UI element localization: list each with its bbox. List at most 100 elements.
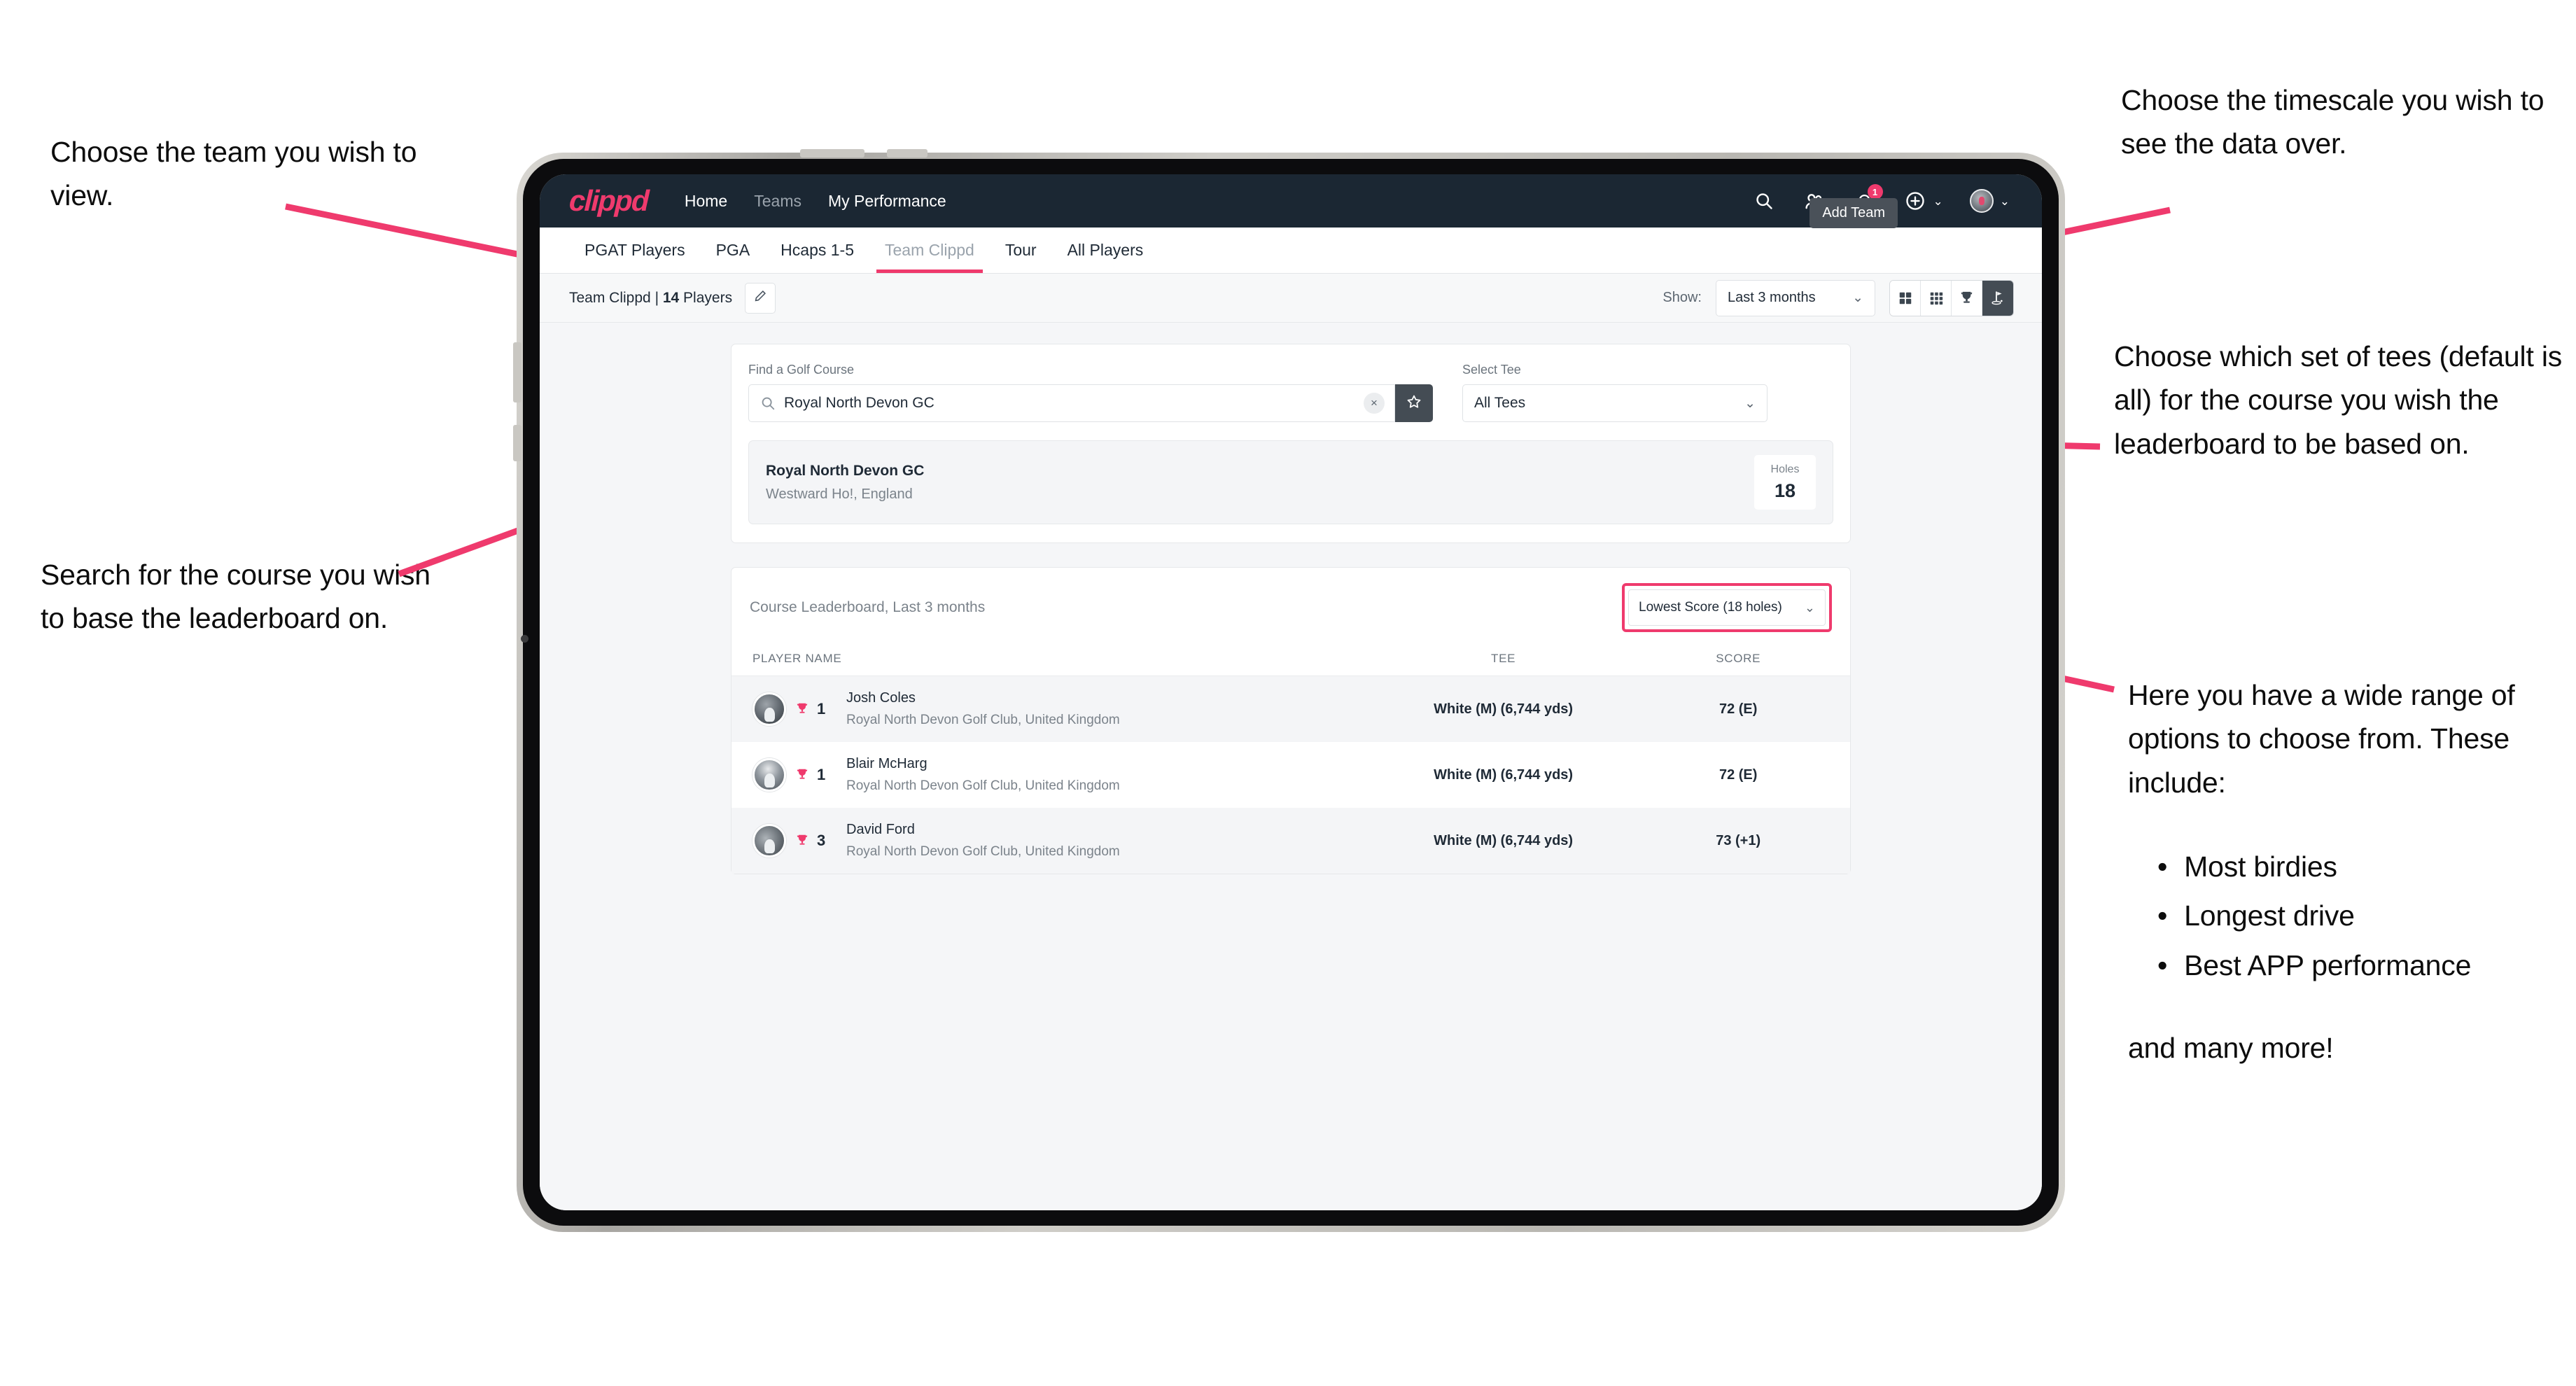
chevron-down-icon: ⌄: [1744, 396, 1756, 411]
add-menu[interactable]: ⌄: [1903, 189, 1943, 213]
chevron-down-icon: ⌄: [1852, 290, 1863, 305]
device-camera: [521, 635, 528, 643]
star-icon: [1406, 393, 1422, 414]
player-rank: 1: [817, 700, 826, 718]
table-row[interactable]: 3 David Ford Royal North Devon Golf Club…: [732, 808, 1850, 874]
toolbar-right: Show: Last 3 months ⌄: [1662, 279, 2014, 316]
device-button-top-2: [887, 149, 927, 158]
avatar: [752, 824, 786, 858]
chevron-down-icon: ⌄: [1804, 600, 1815, 615]
leaderboard-table-head: PLAYER NAME TEE SCORE: [732, 646, 1850, 676]
content-wrapper: Find a Golf Course Royal North Devon GC …: [731, 344, 1851, 874]
tab-pga[interactable]: PGA: [701, 227, 766, 273]
player-names: Blair McHarg Royal North Devon Golf Club…: [846, 756, 1120, 794]
avatar[interactable]: [1969, 189, 1994, 213]
trophy-view-button[interactable]: [1952, 280, 1982, 316]
main-content: Find a Golf Course Royal North Devon GC …: [540, 323, 2042, 1210]
player-club: Royal North Devon Golf Club, United King…: [846, 778, 1120, 793]
trophy-icon: [794, 833, 810, 848]
player-info: 3 David Ford Royal North Devon Golf Club…: [732, 822, 1380, 860]
grid-3x3-view-button[interactable]: [1921, 280, 1952, 316]
search-icon: [760, 396, 776, 411]
tab-all-players[interactable]: All Players: [1052, 227, 1159, 273]
list-item: • Most birdies: [2157, 842, 2576, 892]
table-row[interactable]: 1 Blair McHarg Royal North Devon Golf Cl…: [732, 742, 1850, 808]
course-field-label: Find a Golf Course: [748, 363, 855, 377]
tab-pgat-players[interactable]: PGAT Players: [569, 227, 701, 273]
nav-link-my-performance[interactable]: My Performance: [828, 192, 946, 211]
separator: |: [650, 289, 663, 306]
timescale-value: Last 3 months: [1728, 290, 1816, 305]
edit-team-button[interactable]: [745, 282, 776, 314]
list-item-label: Most birdies: [2184, 850, 2337, 883]
plus-circle-icon[interactable]: [1903, 189, 1927, 213]
course-result-location: Westward Ho!, England: [766, 486, 913, 502]
tee-field: Select Tee All Tees ⌄: [1462, 363, 1768, 422]
leaderboard-header: Course Leaderboard, Last 3 months Lowest…: [732, 568, 1850, 646]
screenshot-root: Choose the team you wish to view. Search…: [0, 0, 2576, 1386]
column-player-name: PLAYER NAME: [732, 646, 1380, 676]
annotation-search-course: Search for the course you wish to base t…: [41, 559, 430, 635]
player-info: 1 Blair McHarg Royal North Devon Golf Cl…: [732, 756, 1380, 794]
team-player-count-suffix: Players: [679, 289, 733, 306]
clippd-logo[interactable]: clippd: [568, 184, 649, 218]
annotation-options-tail: and many more!: [2128, 1032, 2334, 1065]
player-cell: 1 Josh Coles Royal North Devon Golf Club…: [732, 676, 1380, 743]
tab-team-clippd[interactable]: Team Clippd: [869, 227, 990, 273]
bullet-icon: •: [2157, 948, 2168, 981]
team-name: Team Clippd: [569, 289, 651, 306]
player-name: Josh Coles: [846, 690, 916, 706]
table-row[interactable]: 1 Josh Coles Royal North Devon Golf Club…: [732, 676, 1850, 743]
chevron-down-icon[interactable]: ⌄: [1933, 195, 1943, 207]
player-score: 73 (+1): [1716, 832, 1761, 848]
column-score: SCORE: [1626, 646, 1850, 676]
tee-select[interactable]: All Tees ⌄: [1462, 384, 1768, 422]
search-icon[interactable]: [1752, 189, 1776, 213]
nav-link-home[interactable]: Home: [685, 192, 727, 211]
show-label: Show:: [1662, 290, 1702, 305]
player-rank: 1: [817, 766, 826, 783]
player-cell: 1 Blair McHarg Royal North Devon Golf Cl…: [732, 742, 1380, 808]
favorite-button[interactable]: [1395, 384, 1433, 422]
leaderboard-sort-highlight: Lowest Score (18 holes) ⌄: [1622, 583, 1832, 632]
player-cell: 3 David Ford Royal North Devon Golf Club…: [732, 808, 1380, 874]
notification-badge: 1: [1867, 184, 1883, 200]
grid-2x2-view-button[interactable]: [1890, 280, 1921, 316]
search-input[interactable]: Royal North Devon GC ×: [748, 384, 1395, 422]
device-volume-down-button: [513, 425, 522, 461]
course-field: Find a Golf Course Royal North Devon GC …: [748, 363, 1433, 422]
tee-field-label: Select Tee: [1462, 363, 1521, 377]
chevron-down-icon[interactable]: ⌄: [2000, 195, 2010, 207]
player-club: Royal North Devon Golf Club, United King…: [846, 713, 1120, 727]
team-player-count: 14: [662, 289, 680, 306]
annotation-options-list: • Most birdies • Longest drive • Best AP…: [2157, 842, 2576, 990]
profile-menu[interactable]: ⌄: [1969, 189, 2010, 213]
annotation-choose-timescale: Choose the timescale you wish to see the…: [2121, 84, 2544, 160]
list-item-label: Best APP performance: [2184, 948, 2472, 981]
search-input-value: Royal North Devon GC: [784, 395, 934, 411]
tee-select-value: All Tees: [1474, 395, 1526, 411]
tablet-device-frame: clippd Home Teams My Performance 1 ⌄ ⌄ P…: [513, 149, 2065, 1232]
annotation-choose-team: Choose the team you wish to view.: [50, 136, 417, 212]
device-volume-up-button: [513, 342, 522, 402]
close-icon[interactable]: ×: [1364, 393, 1385, 414]
leaderboard-sort-select[interactable]: Lowest Score (18 holes) ⌄: [1628, 589, 1826, 626]
player-score: 72 (E): [1718, 701, 1758, 717]
course-result-row[interactable]: Royal North Devon GC Westward Ho!, Engla…: [748, 440, 1833, 524]
trophy-icon: [794, 767, 810, 783]
avatar: [752, 758, 786, 792]
team-summary: Team Clippd | 14 Players: [569, 290, 732, 307]
timescale-select[interactable]: Last 3 months ⌄: [1716, 279, 1875, 316]
tab-hcaps-1-5[interactable]: Hcaps 1-5: [765, 227, 869, 273]
team-toolbar: Team Clippd | 14 Players Show: Last 3 mo…: [540, 274, 2042, 323]
golf-flag-view-button[interactable]: [1982, 280, 2013, 316]
player-rank: 3: [817, 832, 826, 849]
tab-tour[interactable]: Tour: [990, 227, 1052, 273]
player-name: Blair McHarg: [846, 756, 927, 771]
leaderboard-table-body: 1 Josh Coles Royal North Devon Golf Club…: [732, 676, 1850, 874]
nav-link-teams[interactable]: Teams: [754, 192, 802, 211]
tablet-bezel: clippd Home Teams My Performance 1 ⌄ ⌄ P…: [513, 149, 2059, 1226]
table-header-row: PLAYER NAME TEE SCORE: [732, 646, 1850, 676]
bullet-icon: •: [2157, 899, 2168, 932]
player-club: Royal North Devon Golf Club, United King…: [846, 844, 1120, 859]
